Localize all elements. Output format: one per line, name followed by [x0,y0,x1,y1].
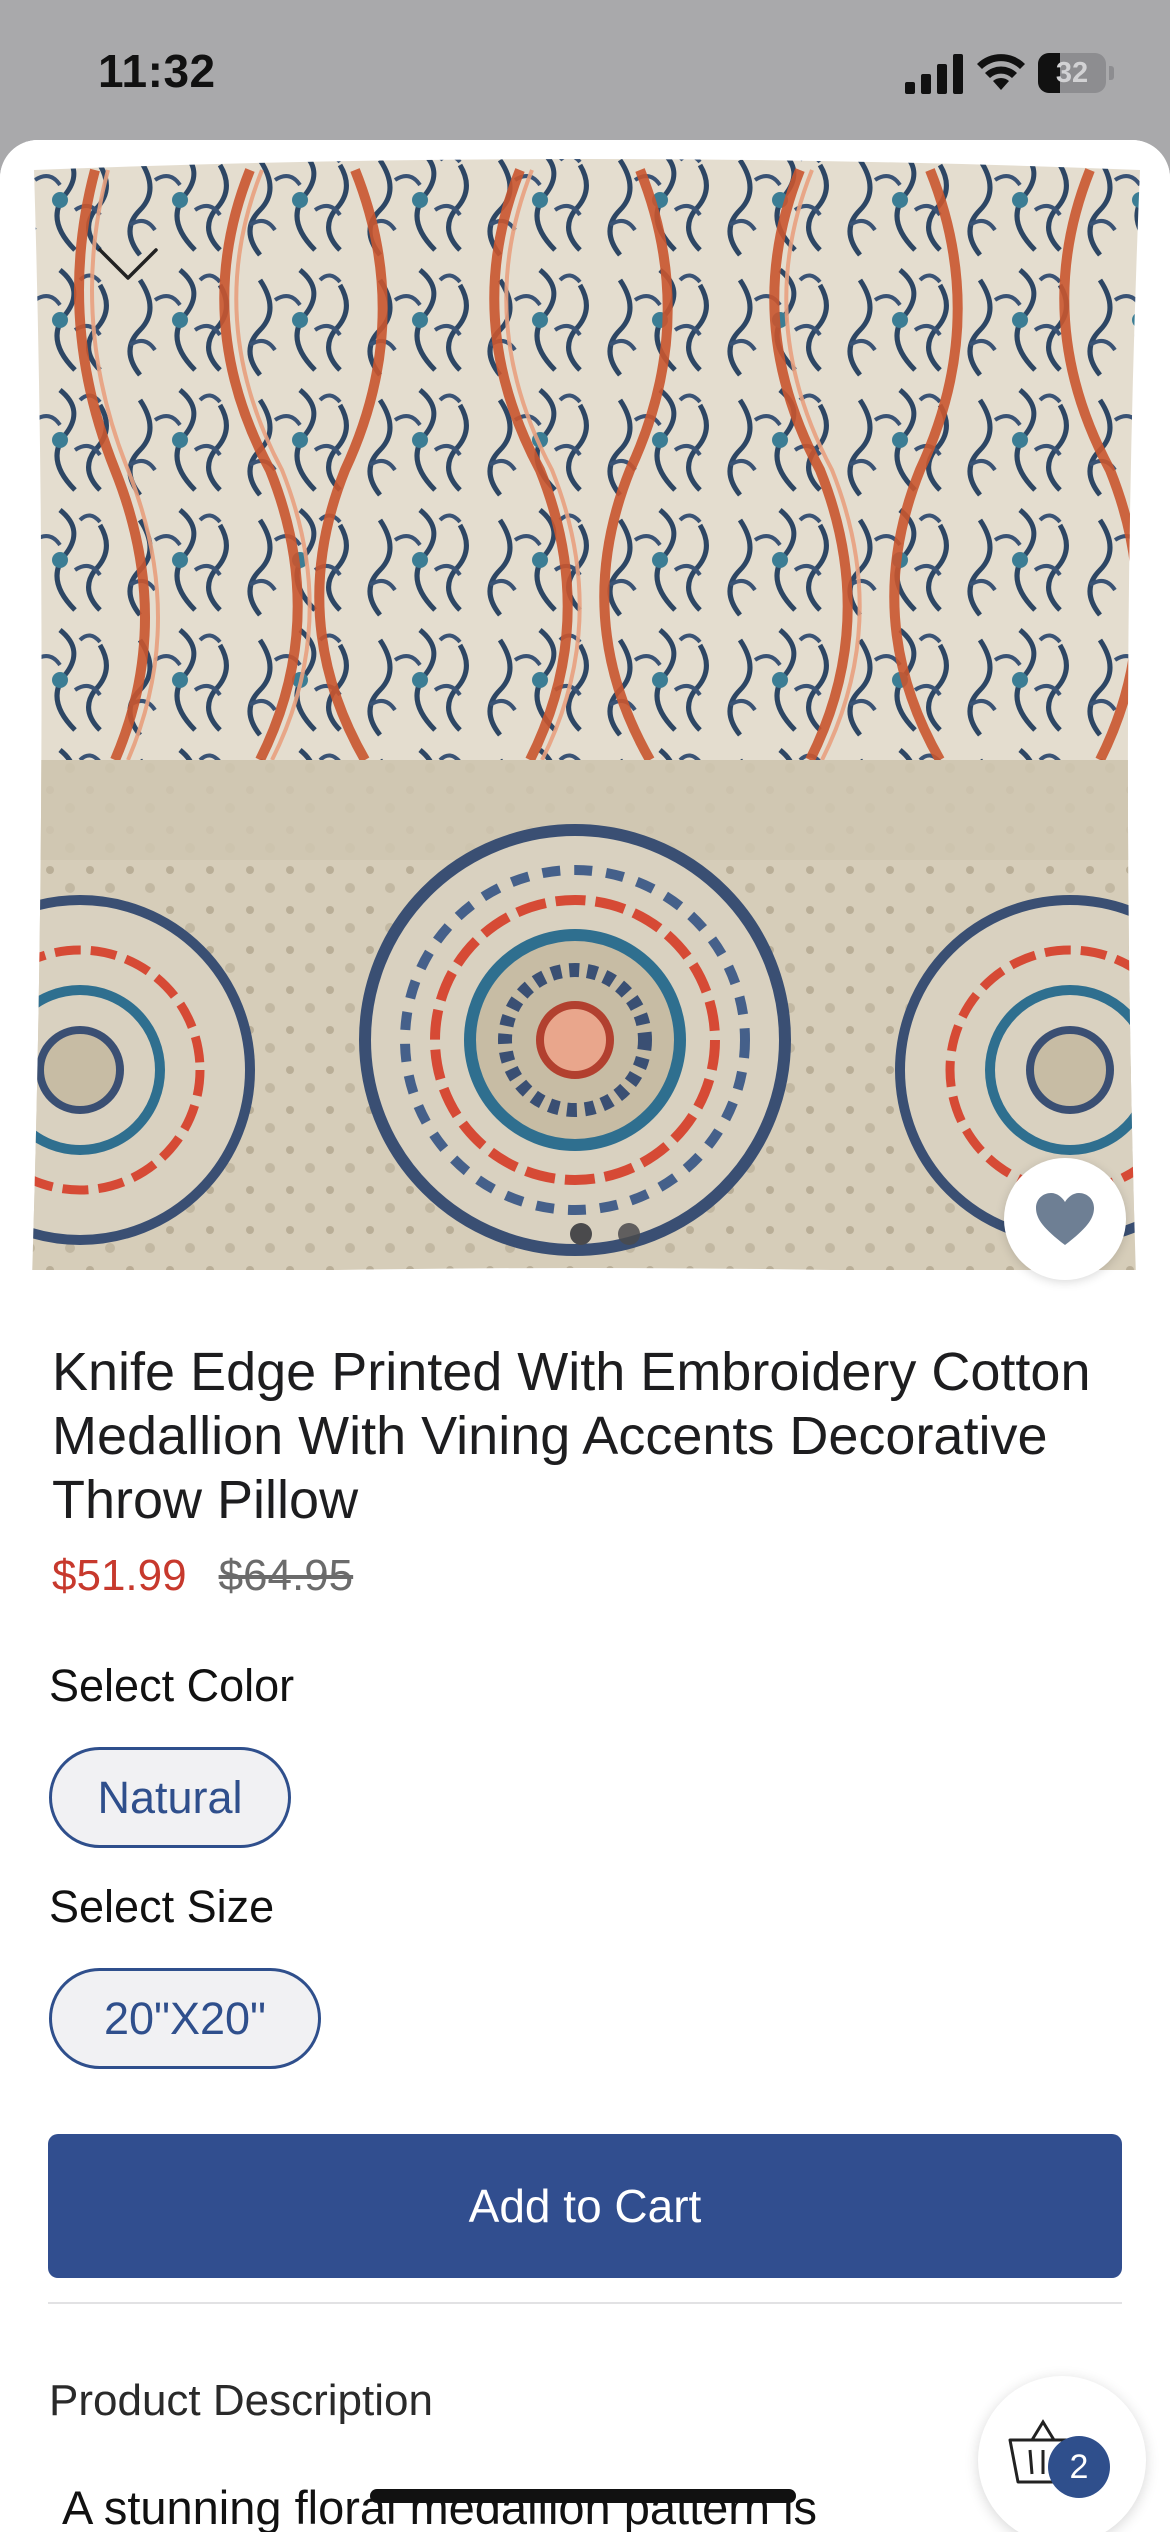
favorite-button[interactable] [1004,1158,1126,1280]
heart-icon [1036,1193,1094,1245]
chevron-down-icon[interactable] [96,244,160,284]
carousel-dots[interactable] [570,1223,640,1245]
wifi-icon [977,54,1025,90]
product-image-carousel[interactable] [0,140,1170,1280]
select-color-label: Select Color [49,1660,295,1711]
battery-icon: 32 [1038,53,1114,93]
signal-icon [905,54,963,94]
product-sheet: Knife Edge Printed With Embroidery Cotto… [0,140,1170,2532]
color-option-natural[interactable]: Natural [49,1747,291,1848]
carousel-dot[interactable] [570,1223,592,1245]
status-time: 11:32 [98,45,216,97]
home-indicator [370,2489,796,2503]
select-size-label: Select Size [49,1881,275,1932]
divider [48,2302,1122,2304]
cart-button[interactable]: 2 [978,2376,1146,2532]
product-title: Knife Edge Printed With Embroidery Cotto… [52,1342,1091,1530]
product-description-text: A stunning floral medallion pattern is [62,2481,818,2532]
size-option-20x20[interactable]: 20"X20" [49,1968,321,2069]
status-bar: 11:32 32 [0,0,1170,140]
carousel-dot[interactable] [618,1223,640,1245]
original-price: $64.95 [218,1551,354,1600]
sale-price: $51.99 [52,1551,187,1600]
battery-level: 32 [1055,57,1089,89]
add-to-cart-button[interactable]: Add to Cart [48,2134,1122,2278]
product-description-toggle[interactable]: Product Description [49,2376,433,2426]
cart-count-badge: 2 [1048,2436,1110,2498]
price-row: $51.99 $64.95 [52,1546,353,1606]
product-image [32,159,1140,1270]
